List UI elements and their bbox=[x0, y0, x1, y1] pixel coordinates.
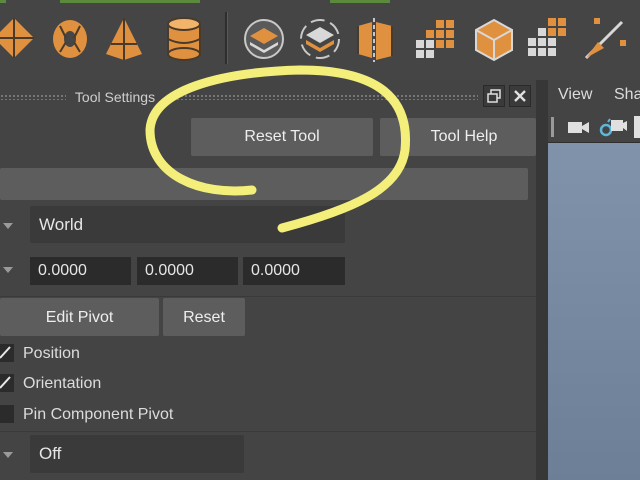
section-header[interactable] bbox=[0, 168, 528, 200]
orientation-label: Orientation bbox=[23, 375, 102, 392]
position-checkbox[interactable] bbox=[0, 344, 14, 362]
cylinder-face-icon[interactable] bbox=[160, 14, 208, 64]
position-label: Position bbox=[23, 345, 80, 362]
axis-orientation-dropdown[interactable]: World bbox=[30, 206, 345, 243]
diamond-face-icon[interactable] bbox=[0, 14, 38, 64]
menu-shading[interactable]: Sha bbox=[614, 86, 640, 104]
pin-component-pivot-label: Pin Component Pivot bbox=[23, 406, 174, 423]
grid-face-icon[interactable] bbox=[412, 14, 460, 64]
shelf-toolbar bbox=[0, 0, 640, 80]
bridge-face-icon[interactable] bbox=[296, 14, 344, 64]
pyramid-face-icon[interactable] bbox=[100, 14, 148, 64]
expand-arrow-icon[interactable] bbox=[3, 223, 13, 229]
float-window-icon bbox=[487, 89, 501, 103]
step-y-field[interactable]: 0.0000 bbox=[137, 257, 238, 285]
select-camera-icon[interactable] bbox=[566, 116, 592, 138]
panel-drag-grip[interactable] bbox=[0, 94, 66, 100]
shelf-tab-indicator bbox=[60, 0, 200, 3]
float-panel-button[interactable] bbox=[483, 85, 505, 107]
toolbar-grip[interactable] bbox=[551, 117, 554, 137]
shelf-tab-indicator bbox=[0, 0, 6, 3]
orientation-checkbox[interactable] bbox=[0, 374, 14, 392]
checkmark-icon bbox=[0, 376, 11, 389]
panel-title: Tool Settings bbox=[74, 89, 156, 105]
torus-face-icon[interactable] bbox=[46, 14, 94, 64]
step-z-field[interactable]: 0.0000 bbox=[243, 257, 345, 285]
reset-tool-button[interactable]: Reset Tool bbox=[191, 118, 373, 156]
snap-mode-dropdown[interactable]: Off bbox=[30, 435, 244, 473]
camera-attributes-icon[interactable] bbox=[634, 116, 640, 138]
shelf-separator bbox=[225, 12, 228, 64]
expand-arrow-icon[interactable] bbox=[3, 267, 13, 273]
edit-pivot-button[interactable]: Edit Pivot bbox=[0, 298, 159, 336]
viewport-toolbar bbox=[548, 112, 640, 143]
expand-arrow-icon[interactable] bbox=[3, 452, 13, 458]
lock-camera-icon[interactable] bbox=[598, 116, 628, 138]
shelf-tab-indicator bbox=[330, 0, 390, 3]
divider bbox=[0, 296, 536, 297]
close-panel-button[interactable] bbox=[509, 85, 531, 107]
step-x-field[interactable]: 0.0000 bbox=[30, 257, 131, 285]
close-icon bbox=[514, 90, 526, 102]
knife-cut-icon[interactable] bbox=[580, 14, 628, 64]
extrude-face-icon[interactable] bbox=[240, 14, 288, 64]
checker-face-icon[interactable] bbox=[524, 14, 572, 64]
cube-component-icon[interactable] bbox=[470, 14, 518, 64]
panel-drag-grip[interactable] bbox=[172, 94, 478, 100]
menu-view[interactable]: View bbox=[558, 86, 592, 104]
pin-component-pivot-checkbox[interactable] bbox=[0, 405, 14, 423]
split-face-icon[interactable] bbox=[352, 14, 400, 64]
divider bbox=[0, 431, 536, 432]
tool-help-button[interactable]: Tool Help bbox=[380, 118, 536, 156]
checkmark-icon bbox=[0, 346, 11, 359]
viewport-canvas[interactable] bbox=[548, 143, 640, 480]
panel-splitter[interactable] bbox=[536, 80, 548, 480]
reset-pivot-button[interactable]: Reset bbox=[163, 298, 245, 336]
